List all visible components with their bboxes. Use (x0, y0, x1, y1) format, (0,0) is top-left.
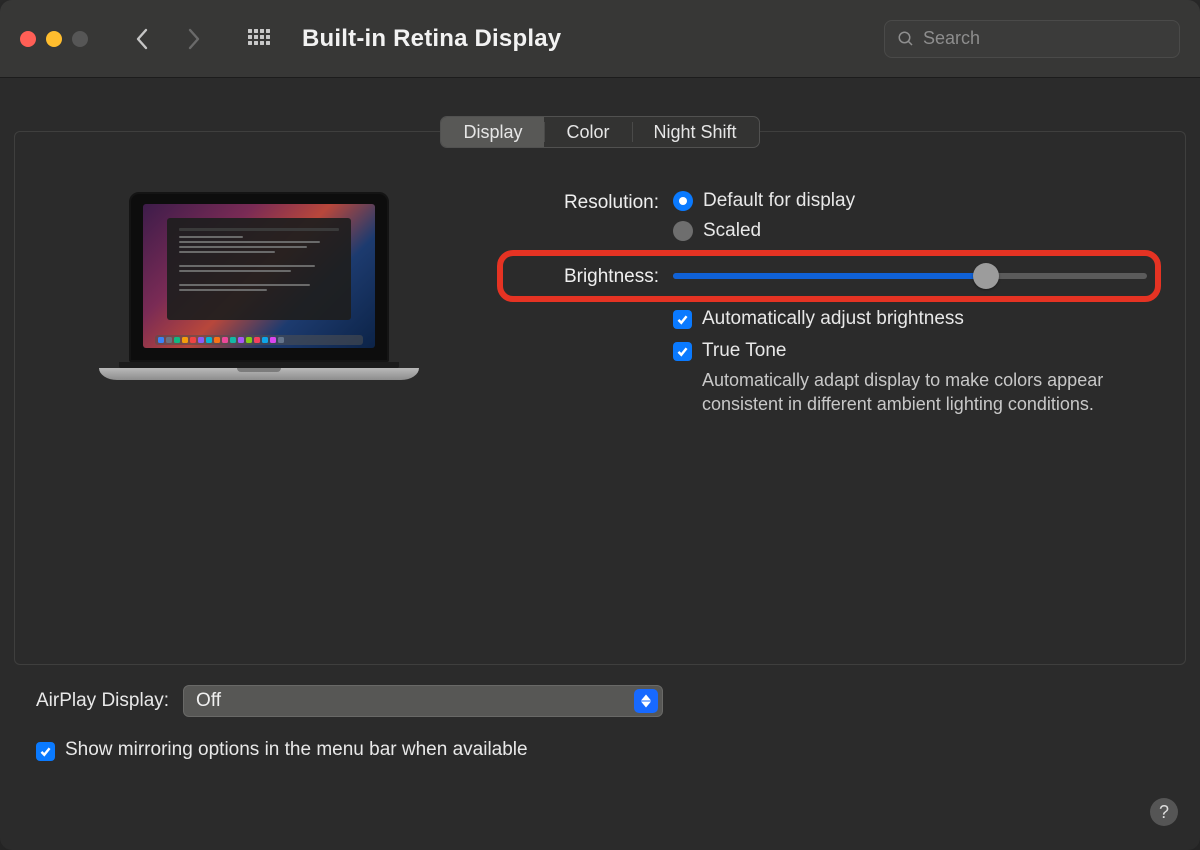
true-tone-description: Automatically adapt display to make colo… (702, 368, 1142, 417)
radio-icon (673, 191, 693, 211)
brightness-label: Brightness: (503, 264, 673, 288)
brightness-slider[interactable] (673, 265, 1147, 287)
resolution-options: Default for display Scaled (673, 190, 1161, 242)
close-icon[interactable] (20, 31, 36, 47)
resolution-label: Resolution: (503, 190, 673, 214)
content: Display Color Night Shift (0, 78, 1200, 761)
back-button[interactable] (128, 25, 156, 53)
slider-thumb-icon[interactable] (973, 263, 999, 289)
radio-icon (673, 221, 693, 241)
true-tone-checkbox[interactable]: True Tone (673, 340, 1161, 362)
airplay-value: Off (196, 690, 221, 712)
forward-button (180, 25, 208, 53)
auto-brightness-label: Automatically adjust brightness (702, 308, 964, 330)
minimize-icon[interactable] (46, 31, 62, 47)
toolbar: Built-in Retina Display (0, 0, 1200, 78)
window-controls (20, 31, 88, 47)
show-all-icon[interactable] (248, 29, 270, 49)
tab-color[interactable]: Color (544, 117, 631, 147)
auto-brightness-checkbox[interactable]: Automatically adjust brightness (673, 308, 1161, 330)
page-title: Built-in Retina Display (302, 25, 561, 53)
preferences-window: Built-in Retina Display Display Color Ni… (0, 0, 1200, 850)
checkbox-icon (673, 310, 692, 329)
search-icon (897, 30, 915, 48)
tab-bar: Display Color Night Shift (440, 116, 759, 148)
tab-display[interactable]: Display (441, 117, 544, 147)
brightness-highlight: Brightness: (497, 250, 1161, 302)
airplay-select[interactable]: Off (183, 685, 663, 717)
zoom-icon (72, 31, 88, 47)
airplay-label: AirPlay Display: (36, 690, 169, 712)
settings-panel: Resolution: Default for display Scaled (14, 131, 1186, 665)
search-input[interactable] (923, 28, 1167, 49)
mirroring-label: Show mirroring options in the menu bar w… (65, 739, 528, 761)
search-field[interactable] (884, 20, 1180, 58)
tab-night-shift[interactable]: Night Shift (632, 117, 759, 147)
resolution-scaled-label: Scaled (703, 220, 761, 242)
checkbox-icon (673, 342, 692, 361)
resolution-default-label: Default for display (703, 190, 855, 212)
display-preview-image (99, 192, 419, 380)
true-tone-label: True Tone (702, 340, 787, 362)
resolution-default[interactable]: Default for display (673, 190, 1161, 212)
resolution-scaled[interactable]: Scaled (673, 220, 1161, 242)
mirroring-checkbox[interactable] (36, 742, 55, 761)
help-button[interactable]: ? (1150, 798, 1178, 826)
airplay-row: AirPlay Display: Off (14, 685, 1186, 717)
chevron-up-down-icon (634, 689, 658, 713)
